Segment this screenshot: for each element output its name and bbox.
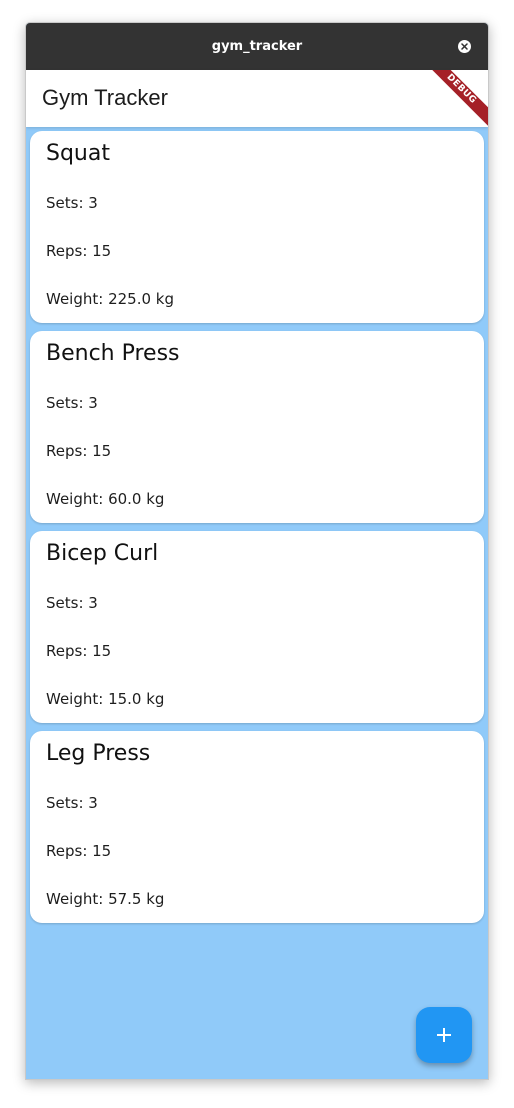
exercise-reps: Reps: 15 (46, 442, 112, 460)
window-close-button[interactable] (458, 40, 471, 53)
exercise-sets: Sets: 3 (46, 594, 98, 612)
exercise-sets: Sets: 3 (46, 794, 98, 812)
exercise-name: Bicep Curl (46, 541, 159, 566)
exercise-weight: Weight: 15.0 kg (46, 690, 165, 708)
app-window: gym_tracker Gym Tracker DEBUG Squat Sets… (25, 22, 489, 1080)
plus-icon (437, 1028, 451, 1042)
exercise-name: Leg Press (46, 741, 151, 766)
exercise-weight: Weight: 60.0 kg (46, 490, 165, 508)
window-titlebar[interactable]: gym_tracker (26, 23, 488, 70)
exercise-sets: Sets: 3 (46, 194, 98, 212)
exercise-card[interactable]: Leg Press Sets: 3 Reps: 15 Weight: 57.5 … (30, 731, 484, 923)
app-bar: Gym Tracker (26, 70, 488, 127)
exercise-reps: Reps: 15 (46, 242, 112, 260)
exercise-reps: Reps: 15 (46, 642, 112, 660)
exercise-card[interactable]: Bicep Curl Sets: 3 Reps: 15 Weight: 15.0… (30, 531, 484, 723)
exercise-weight: Weight: 225.0 kg (46, 290, 174, 308)
exercise-name: Squat (46, 141, 110, 166)
exercise-weight: Weight: 57.5 kg (46, 890, 165, 908)
exercise-reps: Reps: 15 (46, 842, 112, 860)
exercise-name: Bench Press (46, 341, 180, 366)
exercise-card[interactable]: Bench Press Sets: 3 Reps: 15 Weight: 60.… (30, 331, 484, 523)
exercise-list[interactable]: Squat Sets: 3 Reps: 15 Weight: 225.0 kg … (26, 127, 488, 1079)
page-title: Gym Tracker (42, 85, 168, 110)
exercise-card[interactable]: Squat Sets: 3 Reps: 15 Weight: 225.0 kg (30, 131, 484, 323)
add-exercise-button[interactable] (416, 1007, 472, 1063)
window-title: gym_tracker (211, 39, 303, 54)
close-icon (461, 43, 468, 50)
exercise-sets: Sets: 3 (46, 394, 98, 412)
